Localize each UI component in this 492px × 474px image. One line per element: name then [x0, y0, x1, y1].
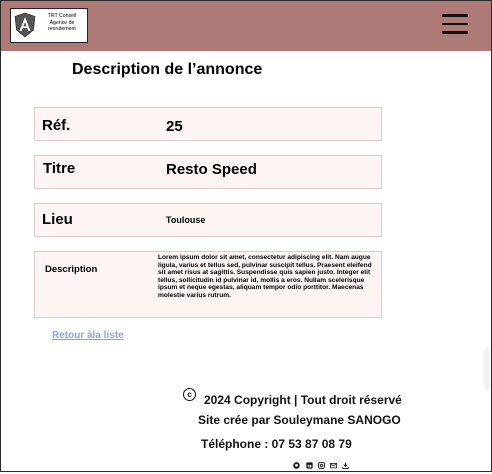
ref-row: Réf. 25	[34, 107, 382, 141]
title-row: Titre Resto Speed	[34, 155, 382, 189]
mail-icon[interactable]	[330, 456, 337, 469]
scrollbar-thumb[interactable]	[484, 348, 490, 390]
download-icon[interactable]	[342, 456, 349, 469]
instagram-icon[interactable]	[318, 456, 325, 469]
title-label: Titre	[43, 160, 76, 177]
header-bar: TRT Conseil Agence de recrutement	[1, 1, 491, 51]
github-icon[interactable]	[293, 456, 300, 469]
logo-text: TRT Conseil Agence de recrutement	[47, 13, 77, 32]
location-row: Lieu Toulouse	[34, 203, 382, 237]
ref-value: 25	[166, 118, 183, 135]
footer-copyright: c 2024 Copyright | Tout droit réservé	[183, 388, 402, 407]
description-row: Description Lorem ipsum dolor sit amet, …	[34, 251, 382, 318]
footer-credit: Site crée par Souleymane SANOGO	[198, 413, 401, 427]
description-label: Description	[45, 264, 98, 275]
location-label: Lieu	[42, 211, 73, 228]
menu-hamburger-icon[interactable]	[442, 14, 468, 34]
back-to-list-link[interactable]: Retour àla liste	[52, 330, 124, 341]
copyright-text: 2024 Copyright | Tout droit réservé	[204, 393, 402, 407]
page-title: Description de l’annonce	[72, 61, 263, 78]
linkedin-icon[interactable]	[306, 456, 313, 469]
location-value: Toulouse	[166, 215, 206, 225]
copyright-icon: c	[183, 388, 196, 401]
logo[interactable]: TRT Conseil Agence de recrutement	[10, 8, 88, 43]
description-text: Lorem ipsum dolor sit amet, consectetur …	[158, 254, 372, 299]
title-value: Resto Speed	[166, 161, 257, 178]
angular-shield-icon	[14, 12, 36, 38]
ref-label: Réf.	[42, 117, 71, 134]
footer-phone: Téléphone : 07 53 87 08 79	[201, 437, 352, 451]
